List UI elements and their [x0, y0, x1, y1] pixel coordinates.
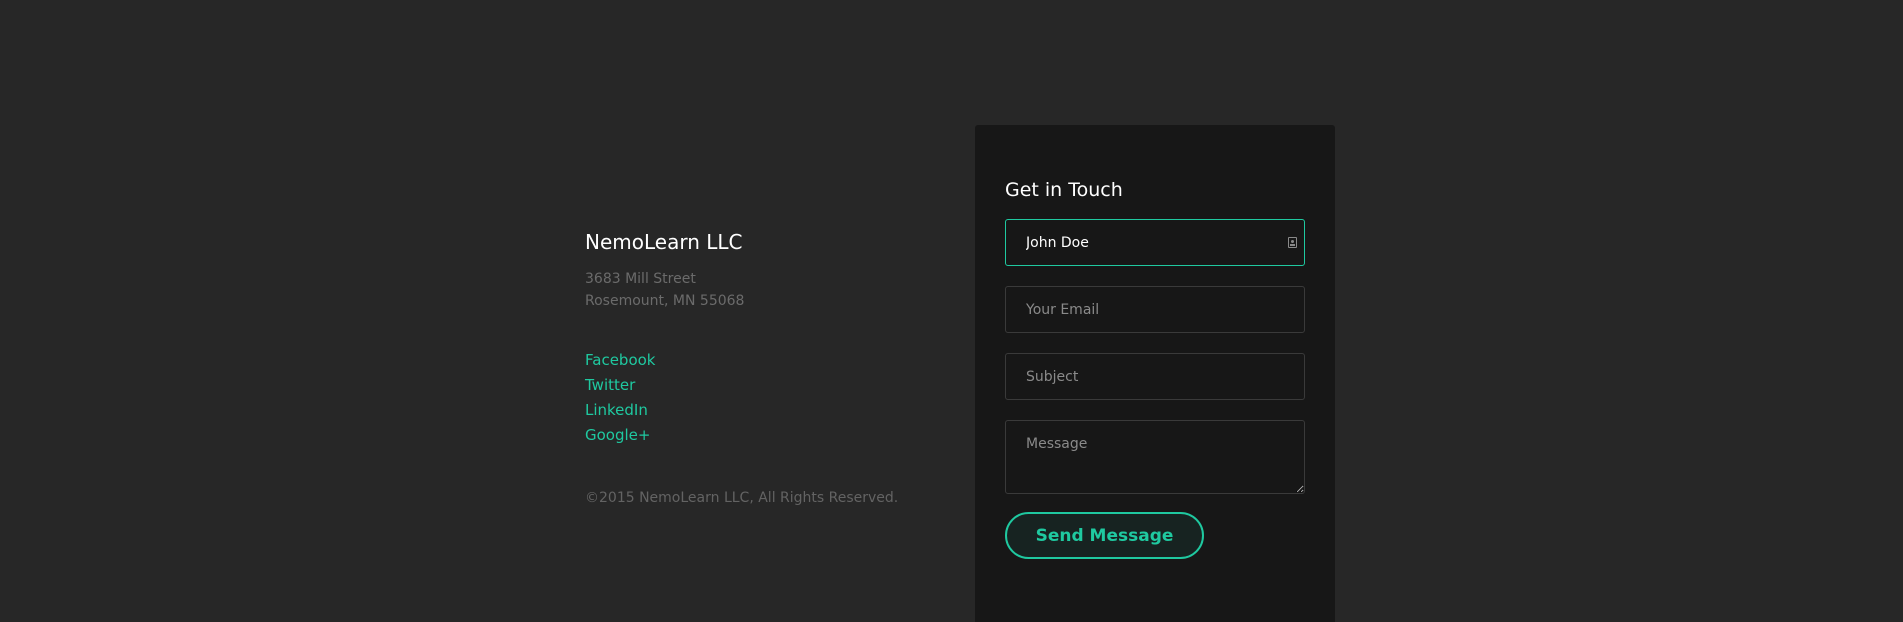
subject-field-wrap	[1005, 353, 1305, 400]
email-field-wrap	[1005, 286, 1305, 333]
linkedin-link[interactable]: LinkedIn	[585, 401, 648, 419]
address-line-1: 3683 Mill Street	[585, 271, 696, 287]
social-item-twitter: Twitter	[585, 373, 945, 398]
social-links: Facebook Twitter LinkedIn Google+	[585, 348, 945, 448]
googleplus-link[interactable]: Google+	[585, 426, 650, 444]
email-input[interactable]	[1005, 286, 1305, 333]
contact-panel: Get in Touch Send Message	[975, 125, 1335, 622]
company-name: NemoLearn LLC	[585, 230, 743, 254]
social-item-facebook: Facebook	[585, 348, 945, 373]
company-info: NemoLearn LLC 3683 Mill Street Rosemount…	[585, 228, 945, 508]
subject-input[interactable]	[1005, 353, 1305, 400]
name-field-wrap	[1005, 219, 1305, 266]
message-field-wrap	[1005, 420, 1305, 494]
facebook-link[interactable]: Facebook	[585, 351, 655, 369]
message-textarea[interactable]	[1005, 420, 1305, 494]
send-message-button[interactable]: Send Message	[1005, 512, 1204, 559]
name-input[interactable]	[1005, 219, 1305, 266]
twitter-link[interactable]: Twitter	[585, 376, 635, 394]
contact-title: Get in Touch	[1005, 179, 1123, 201]
address-line-2: Rosemount, MN 55068	[585, 293, 745, 309]
social-item-googleplus: Google+	[585, 423, 945, 448]
contact-card-icon[interactable]	[1288, 237, 1297, 248]
company-address: 3683 Mill Street Rosemount, MN 55068	[585, 268, 945, 312]
social-item-linkedin: LinkedIn	[585, 398, 945, 423]
page: NemoLearn LLC 3683 Mill Street Rosemount…	[0, 0, 1903, 622]
copyright-text: ©2015 NemoLearn LLC, All Rights Reserved…	[585, 490, 899, 506]
contact-form: Send Message	[1005, 219, 1305, 559]
